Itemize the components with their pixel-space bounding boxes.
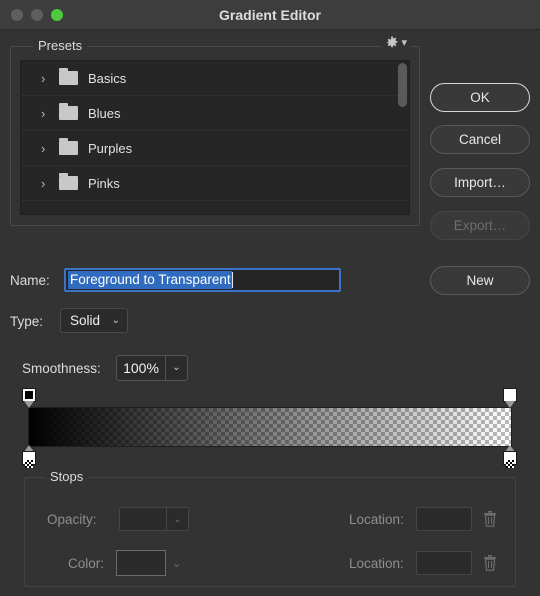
window-titlebar: Gradient Editor	[0, 0, 540, 30]
color-location-label: Location:	[349, 556, 404, 571]
color-stop-swatch	[22, 451, 36, 465]
preset-folder-label: Basics	[88, 71, 126, 86]
color-stop-right[interactable]	[503, 445, 518, 464]
preset-folder-row[interactable]: › Purples	[21, 131, 409, 166]
opacity-label: Opacity:	[47, 512, 97, 527]
opacity-location-input	[416, 507, 472, 531]
presets-group: Presets ▾ › Basics › Blues › Purple	[10, 46, 420, 226]
type-select[interactable]: Solid ⌄	[60, 308, 128, 333]
maximize-button[interactable]	[51, 9, 63, 21]
color-stop-delete-button	[482, 554, 498, 572]
opacity-input-value	[120, 508, 166, 530]
type-label: Type:	[10, 314, 43, 329]
folder-icon	[59, 71, 78, 85]
chevron-right-icon[interactable]: ›	[41, 107, 55, 120]
traffic-lights	[0, 9, 63, 21]
presets-scrollbar[interactable]	[397, 63, 407, 214]
gear-icon	[385, 36, 399, 50]
preset-folder-label: Pinks	[88, 176, 120, 191]
folder-icon	[59, 106, 78, 120]
preset-folder-label: Blues	[88, 106, 121, 121]
folder-icon	[59, 176, 78, 190]
ok-button[interactable]: OK	[430, 83, 530, 112]
preset-folder-row[interactable]: › Blues	[21, 96, 409, 131]
cancel-button[interactable]: Cancel	[430, 125, 530, 154]
import-button[interactable]: Import…	[430, 168, 530, 197]
opacity-location-label: Location:	[349, 512, 404, 527]
presets-list[interactable]: › Basics › Blues › Purples › Pinks	[20, 60, 410, 215]
gradient-preview-area[interactable]	[22, 388, 518, 464]
color-stop-left[interactable]	[22, 445, 37, 464]
folder-icon	[59, 141, 78, 155]
name-input[interactable]: Foreground to Transparent	[64, 268, 341, 292]
gradient-strip[interactable]	[28, 407, 512, 447]
color-location-input	[416, 551, 472, 575]
stop-pointer-icon	[24, 401, 34, 408]
close-button[interactable]	[11, 9, 23, 21]
opacity-stop-delete-button	[482, 510, 498, 528]
chevron-right-icon[interactable]: ›	[41, 142, 55, 155]
chevron-right-icon[interactable]: ›	[41, 177, 55, 190]
smoothness-value: 100%	[117, 360, 165, 376]
preset-folder-row[interactable]: › Pinks	[21, 166, 409, 201]
smoothness-label: Smoothness:	[22, 361, 101, 376]
chevron-right-icon[interactable]: ›	[41, 72, 55, 85]
presets-scrollbar-thumb[interactable]	[398, 63, 407, 107]
opacity-stop-fill	[506, 391, 514, 399]
smoothness-field[interactable]: 100% ⌄	[116, 355, 188, 381]
export-button: Export…	[430, 211, 530, 240]
stop-pointer-icon	[505, 401, 515, 408]
opacity-stop-left[interactable]	[22, 388, 37, 407]
window-title: Gradient Editor	[0, 0, 540, 30]
color-label: Color:	[68, 556, 104, 571]
opacity-input: ⌄	[119, 507, 189, 531]
stops-legend: Stops	[45, 469, 88, 484]
chevron-down-icon: ⌄	[172, 363, 180, 373]
opacity-stop-swatch	[22, 388, 36, 402]
minimize-button[interactable]	[31, 9, 43, 21]
color-stop-fill	[25, 460, 33, 468]
gear-dropdown-indicator: ▾	[401, 38, 407, 48]
chevron-down-icon: ⌄	[166, 508, 188, 530]
color-swatch-button	[116, 550, 166, 576]
color-stop-fill	[506, 460, 514, 468]
name-input-value: Foreground to Transparent	[68, 271, 232, 289]
presets-settings-button[interactable]: ▾	[381, 36, 411, 50]
preset-folder-row[interactable]: › Basics	[21, 61, 409, 96]
presets-legend: Presets	[33, 38, 87, 53]
dialog-body: Presets ▾ › Basics › Blues › Purple	[0, 30, 540, 596]
opacity-stop-right[interactable]	[503, 388, 518, 407]
opacity-stop-swatch	[503, 388, 517, 402]
color-stop-swatch	[503, 451, 517, 465]
text-caret	[232, 272, 233, 288]
chevron-down-icon: ⌄	[112, 316, 120, 326]
preset-folder-label: Purples	[88, 141, 132, 156]
name-label: Name:	[10, 273, 50, 288]
smoothness-dropdown-button[interactable]: ⌄	[165, 356, 187, 380]
opacity-stop-fill	[25, 391, 33, 399]
chevron-down-icon: ⌄	[172, 557, 181, 570]
type-select-value: Solid	[70, 313, 100, 328]
new-button[interactable]: New	[430, 266, 530, 295]
